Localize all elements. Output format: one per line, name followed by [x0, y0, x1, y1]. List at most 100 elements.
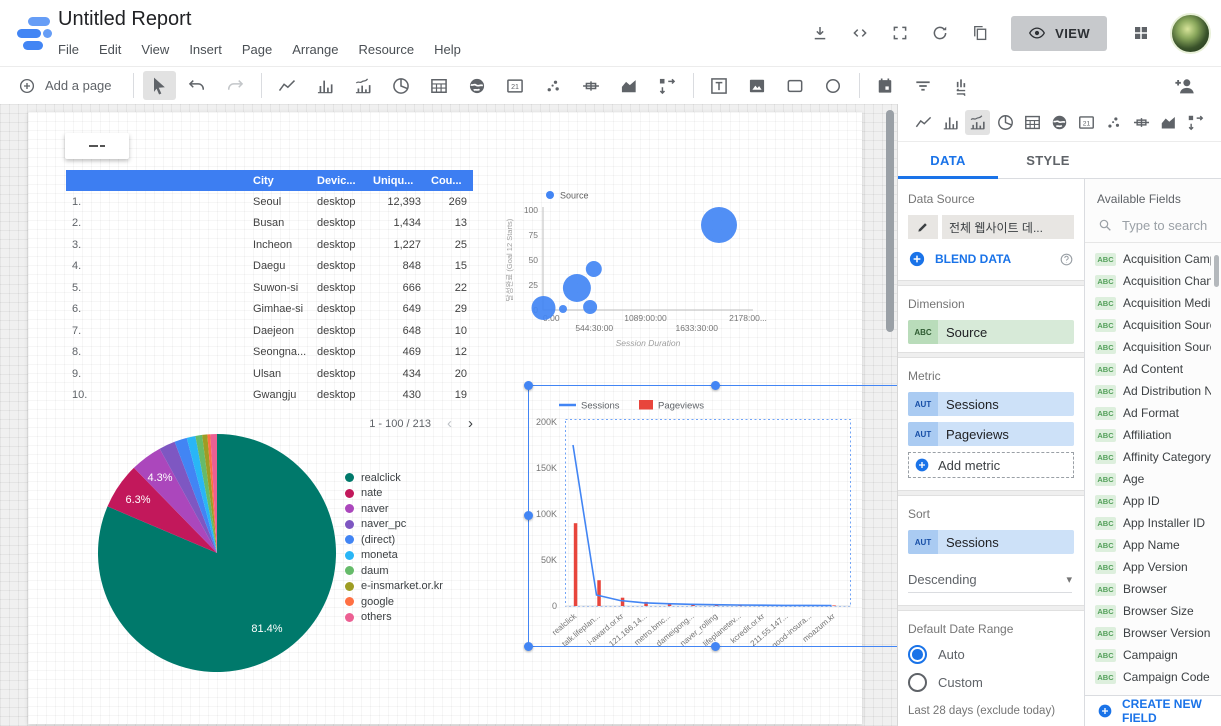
tool-scatter-chart[interactable] [537, 71, 570, 100]
field-item[interactable]: ABC Acquisition Source [1085, 314, 1221, 336]
menu-arrange[interactable]: Arrange [292, 42, 338, 57]
panel-tool-scorecard[interactable]: 21 [1074, 110, 1099, 135]
tab-data[interactable]: DATA [898, 142, 998, 179]
copy-button[interactable] [963, 17, 996, 50]
tool-scorecard[interactable]: 21 [499, 71, 532, 100]
field-item[interactable]: ABC Acquisition Campaign [1085, 248, 1221, 270]
embed-code-button[interactable] [843, 17, 876, 50]
resize-handle[interactable] [524, 642, 533, 651]
menu-insert[interactable]: Insert [189, 42, 222, 57]
field-item[interactable]: ABC Ad Format [1085, 402, 1221, 424]
metric-chip[interactable]: AUT Sessions [908, 530, 1074, 554]
apps-grid-button[interactable] [1124, 17, 1157, 50]
menu-edit[interactable]: Edit [99, 42, 121, 57]
field-item[interactable]: ABC Campaign Code [1085, 666, 1221, 688]
tool-data-control[interactable] [945, 71, 978, 100]
panel-tool-geo-chart[interactable] [1047, 110, 1072, 135]
tool-bar-chart[interactable] [309, 71, 342, 100]
table-chart[interactable]: City Devic... Uniqu... Cou... 1. Seoul desk… [66, 170, 473, 432]
tool-date-range[interactable] [869, 71, 902, 100]
tool-image[interactable] [741, 71, 774, 100]
report-title[interactable]: Untitled Report [58, 8, 191, 31]
canvas-mini-control[interactable] [65, 133, 129, 159]
metric-chip[interactable]: AUT Pageviews [908, 422, 1074, 446]
blend-data-button[interactable]: BLEND DATA [908, 250, 1074, 268]
add-metric-button[interactable]: Add metric [908, 452, 1074, 478]
fullscreen-button[interactable] [883, 17, 916, 50]
resize-handle[interactable] [524, 511, 533, 520]
tool-bullet-chart[interactable] [575, 71, 608, 100]
field-item[interactable]: ABC Age [1085, 468, 1221, 490]
field-item[interactable]: ABC Browser [1085, 578, 1221, 600]
tool-combo-chart[interactable] [347, 71, 380, 100]
resize-handle[interactable] [711, 642, 720, 651]
help-icon[interactable] [1059, 252, 1074, 267]
avatar[interactable] [1170, 12, 1211, 54]
tool-text-box[interactable] [703, 71, 736, 100]
tool-filter-control[interactable] [907, 71, 940, 100]
panel-tool-scatter-chart[interactable] [1101, 110, 1126, 135]
field-search-input[interactable]: Type to search [1085, 217, 1221, 243]
edit-data-source-button[interactable] [908, 215, 938, 239]
fields-scrollbar[interactable] [1214, 255, 1219, 287]
menu-file[interactable]: File [58, 42, 79, 57]
canvas-scrollbar[interactable] [886, 110, 894, 332]
tool-area-chart[interactable] [613, 71, 646, 100]
tool-redo[interactable] [219, 71, 252, 100]
tool-cursor[interactable] [142, 71, 176, 100]
tool-undo[interactable] [181, 71, 214, 100]
panel-tool-combo-chart[interactable] [965, 110, 991, 135]
menu-help[interactable]: Help [434, 42, 461, 57]
field-item[interactable]: ABC Browser Size [1085, 600, 1221, 622]
field-item[interactable]: ABC App Installer ID [1085, 512, 1221, 534]
pie-chart[interactable]: 81.4% 6.3% 4.3% [97, 433, 337, 673]
panel-tool-bar-chart[interactable] [938, 110, 963, 135]
tool-rectangle[interactable] [779, 71, 812, 100]
dimension-chip[interactable]: ABC Source [908, 320, 1074, 344]
view-button[interactable]: VIEW [1011, 15, 1107, 51]
report-page[interactable]: City Devic... Uniqu... Cou... 1. Seoul desk… [28, 112, 897, 724]
field-item[interactable]: ABC Affinity Category (reac... [1085, 446, 1221, 468]
menu-resource[interactable]: Resource [358, 42, 414, 57]
field-item[interactable]: ABC Affiliation [1085, 424, 1221, 446]
field-item[interactable]: ABC Ad Content [1085, 358, 1221, 380]
resize-handle[interactable] [711, 381, 720, 390]
data-source-chip[interactable]: 전체 웹사이트 데... [942, 215, 1074, 239]
panel-tool-line-chart[interactable] [911, 110, 936, 135]
panel-tool-table-chart[interactable] [1020, 110, 1045, 135]
bubble-chart[interactable]: Source02550751000:00544:30:001089:00:001… [498, 180, 798, 355]
menu-page[interactable]: Page [242, 42, 272, 57]
panel-tool-pie-chart[interactable] [993, 110, 1018, 135]
field-item[interactable]: ABC Browser Version [1085, 622, 1221, 644]
panel-tool-bullet-chart[interactable] [1129, 110, 1154, 135]
line-chart-selection[interactable]: Sessions Pageviews 200K 150K 100K 50K 0 realcli… [524, 381, 897, 651]
create-new-field-button[interactable]: CREATE NEW FIELD [1085, 695, 1221, 726]
chevron-right-icon[interactable]: › [468, 415, 473, 432]
field-item[interactable]: ABC Ad Distribution Netwo... [1085, 380, 1221, 402]
field-item[interactable]: ABC Acquisition Medium [1085, 292, 1221, 314]
field-item[interactable]: ABC Acquisition Source / ... [1085, 336, 1221, 358]
field-item[interactable]: ABC Acquisition Channel [1085, 270, 1221, 292]
panel-tool-pivot-table[interactable] [1183, 110, 1208, 135]
refresh-button[interactable] [923, 17, 956, 50]
field-item[interactable]: ABC App ID [1085, 490, 1221, 512]
tab-style[interactable]: STYLE [998, 142, 1098, 178]
sort-order-select[interactable]: Descending ▾ [908, 566, 1072, 593]
field-item[interactable]: ABC Campaign [1085, 644, 1221, 666]
datastudio-logo-icon[interactable] [16, 14, 54, 52]
tool-pie-chart[interactable] [385, 71, 418, 100]
field-item[interactable]: ABC App Version [1085, 556, 1221, 578]
field-item[interactable]: ABC App Name [1085, 534, 1221, 556]
date-range-option-custom[interactable]: Custom [908, 673, 1074, 692]
tool-geo-chart[interactable] [461, 71, 494, 100]
tool-table-chart[interactable] [423, 71, 456, 100]
resize-handle[interactable] [524, 381, 533, 390]
metric-chip[interactable]: AUT Sessions [908, 392, 1074, 416]
panel-tool-area-chart[interactable] [1156, 110, 1181, 135]
add-page-button[interactable]: Add a page [6, 77, 124, 95]
menu-view[interactable]: View [141, 42, 169, 57]
date-range-option-auto[interactable]: Auto [908, 645, 1074, 664]
tool-line-chart[interactable] [271, 71, 304, 100]
tool-circle[interactable] [817, 71, 850, 100]
chevron-left-icon[interactable]: ‹ [447, 415, 452, 432]
